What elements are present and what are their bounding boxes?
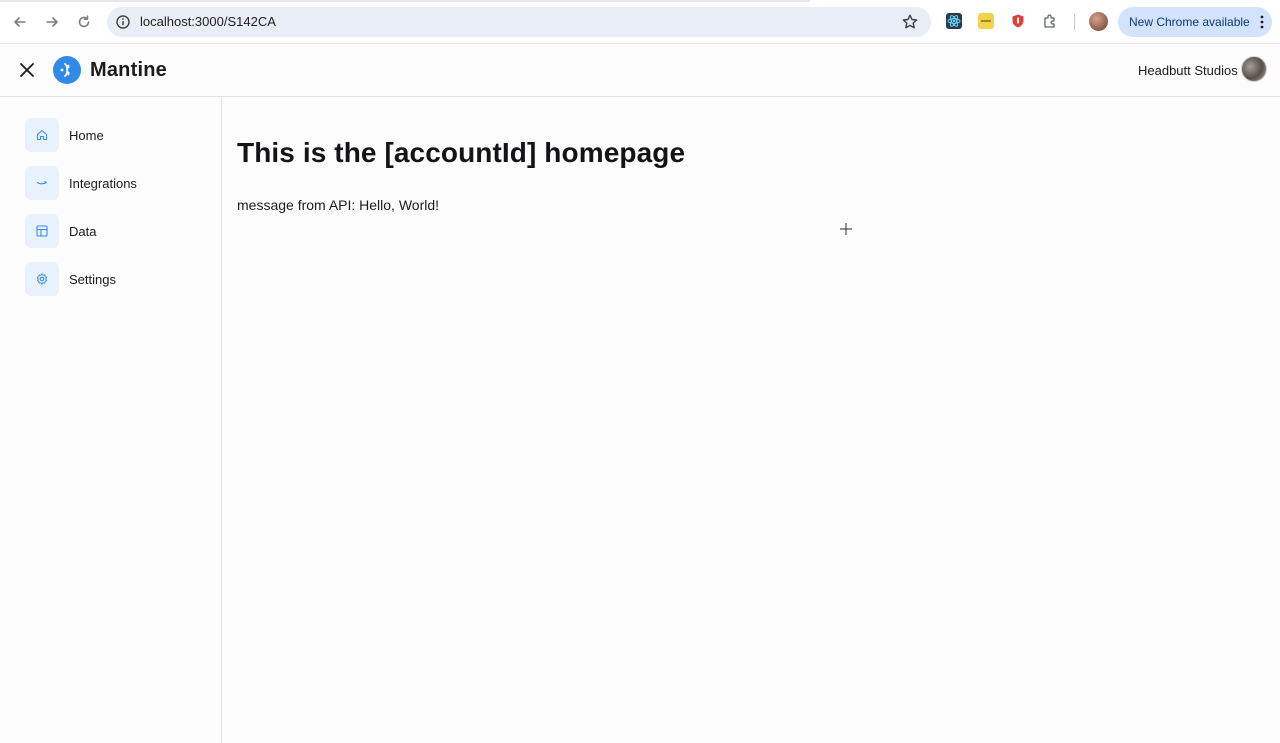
forward-button[interactable]	[40, 10, 64, 34]
sidebar-nav: Home Integrations Data Settings	[0, 97, 222, 743]
brand-name[interactable]: Mantine	[90, 59, 167, 82]
sidebar-icon-container	[25, 262, 59, 296]
url-text[interactable]: localhost:3000/S142CA	[140, 14, 276, 29]
extension-yellow-icon[interactable]	[978, 13, 994, 29]
main-content: This is the [accountId] homepage message…	[223, 97, 1280, 743]
extensions-puzzle-icon[interactable]	[1042, 13, 1058, 29]
site-info-icon[interactable]	[115, 14, 131, 30]
back-button[interactable]	[8, 10, 32, 34]
reload-icon	[78, 15, 90, 28]
bookmark-star-icon[interactable]	[901, 13, 919, 31]
toolbar-divider	[1074, 14, 1075, 30]
gear-icon	[36, 273, 48, 285]
page-load-progress	[0, 0, 810, 2]
mantine-logo-icon	[53, 56, 81, 84]
user-avatar[interactable]	[1241, 56, 1267, 82]
arrow-right-icon	[46, 17, 58, 27]
sidebar-icon-container	[25, 118, 59, 152]
app-header: Mantine Headbutt Studios	[0, 44, 1280, 97]
update-label: New Chrome available	[1129, 15, 1250, 29]
sidebar-item-settings[interactable]: Settings	[25, 262, 205, 296]
address-bar[interactable]: localhost:3000/S142CA	[107, 7, 931, 37]
react-devtools-icon[interactable]	[946, 13, 962, 29]
arrow-left-icon	[14, 17, 26, 27]
browser-toolbar: localhost:3000/S142CA New Chrome availab…	[0, 0, 1280, 44]
page-title: This is the [accountId] homepage	[237, 137, 686, 168]
sidebar-item-home[interactable]: Home	[25, 118, 205, 152]
layout-icon	[36, 225, 48, 237]
api-message: message from API: Hello, World!	[237, 197, 440, 213]
sidebar-item-integrations[interactable]: Integrations	[25, 166, 205, 200]
extension-shield-icon[interactable]	[1010, 13, 1026, 29]
profile-avatar[interactable]	[1089, 12, 1108, 31]
sidebar-item-label: Settings	[69, 271, 116, 287]
home-icon	[36, 129, 48, 141]
reload-button[interactable]	[72, 10, 96, 34]
sidebar-icon-container	[25, 166, 59, 200]
sidebar-item-label: Home	[69, 127, 104, 143]
more-vert-icon[interactable]	[1260, 15, 1264, 29]
sidebar-icon-container	[25, 214, 59, 248]
integrations-icon	[36, 180, 48, 185]
close-icon[interactable]	[17, 60, 37, 80]
organization-name[interactable]: Headbutt Studios	[1138, 63, 1238, 78]
chrome-update-button[interactable]: New Chrome available	[1118, 7, 1272, 37]
sidebar-item-label: Integrations	[69, 175, 137, 191]
sidebar-item-label: Data	[69, 223, 97, 239]
sidebar-item-data[interactable]: Data	[25, 214, 205, 248]
crosshair-cursor-icon	[840, 223, 852, 235]
